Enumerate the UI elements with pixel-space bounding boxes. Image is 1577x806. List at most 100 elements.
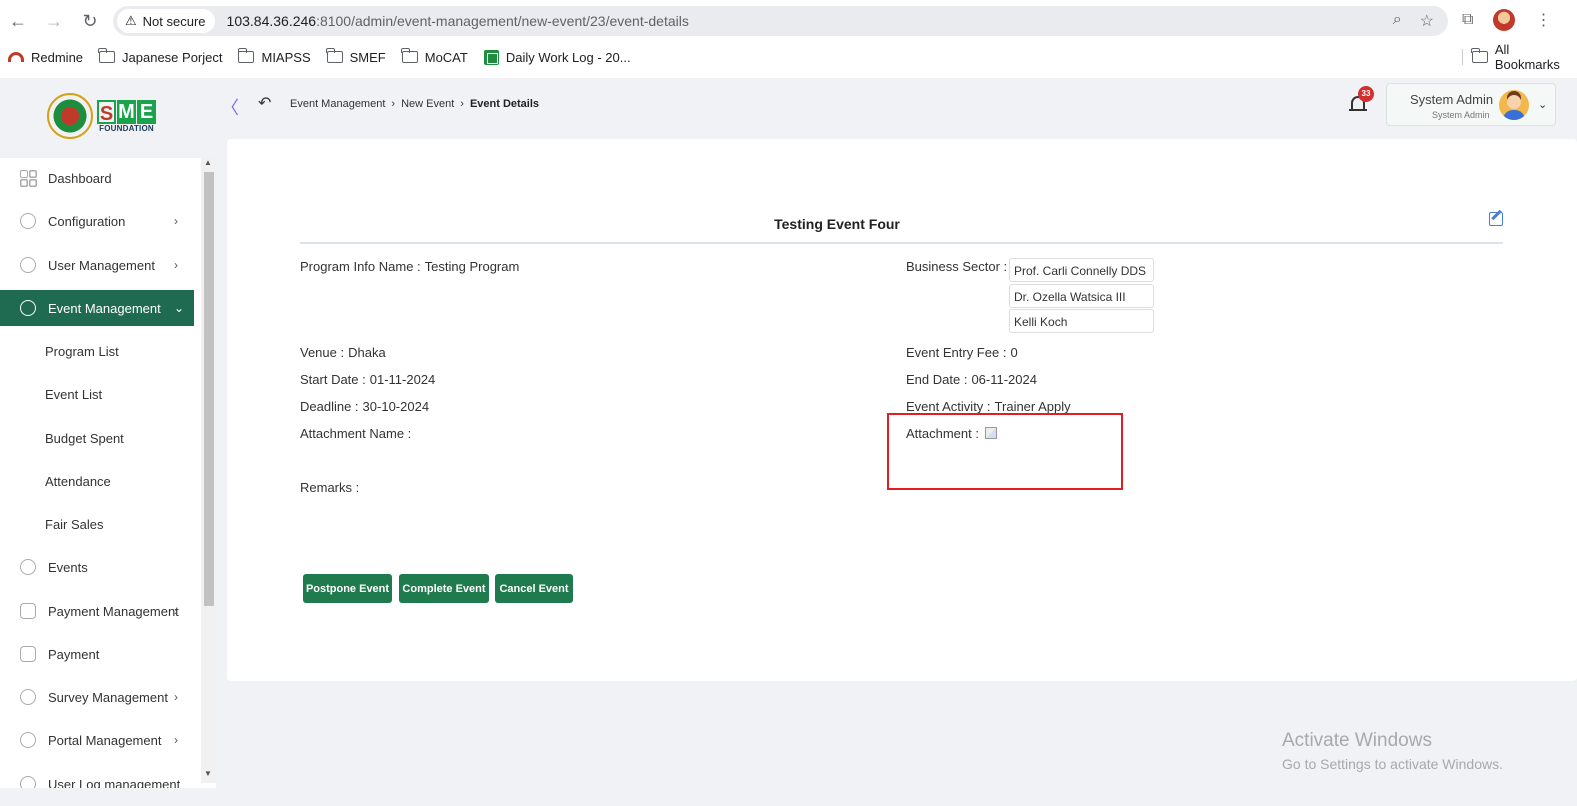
sidebar-subitem-attendance[interactable]: Attendance: [45, 474, 111, 489]
chevron-right-icon: ›: [174, 604, 178, 618]
bookmark-star-icon[interactable]: ☆: [1420, 11, 1434, 31]
chevron-down-icon: ⌄: [1538, 99, 1548, 111]
sidebar-subitem-event-list[interactable]: Event List: [45, 387, 102, 402]
sidebar-item-user-log-management[interactable]: User Log management: [0, 766, 194, 788]
complete-event-button[interactable]: Complete Event: [399, 574, 489, 603]
business-sector-label: Business Sector :: [906, 259, 1008, 274]
reload-icon[interactable]: ↻: [78, 9, 102, 33]
redmine-icon: [8, 52, 24, 62]
cancel-event-button[interactable]: Cancel Event: [495, 574, 573, 603]
zoom-icon[interactable]: ⌕: [1393, 11, 1402, 31]
sidebar: Dashboard Configuration › User Managemen…: [0, 158, 216, 788]
warning-triangle-icon: ⚠: [125, 13, 137, 28]
bookmark-smef[interactable]: SMEF: [326, 48, 386, 65]
notification-badge: 33: [1358, 86, 1374, 102]
extensions-icon[interactable]: ⧉: [1462, 11, 1473, 29]
bookmark-daily-work-log[interactable]: Daily Work Log - 20...: [483, 49, 631, 65]
sidebar-subitem-program-list[interactable]: Program List: [45, 344, 119, 359]
business-sector-item: Prof. Carli Connelly DDS: [1009, 258, 1154, 282]
payment-card-icon: [20, 646, 36, 662]
chevron-right-icon: ›: [174, 690, 178, 704]
event-lock-icon: [20, 300, 36, 316]
bookmark-redmine[interactable]: Redmine: [8, 50, 83, 65]
breadcrumb-event-details: Event Details: [469, 98, 540, 110]
spreadsheet-icon: [483, 49, 499, 65]
sidebar-subitem-budget-spent[interactable]: Budget Spent: [45, 431, 124, 446]
configuration-icon: [20, 213, 36, 229]
more-menu-icon[interactable]: ⋮: [1535, 10, 1551, 30]
dashboard-grid-icon: [20, 170, 36, 186]
sidebar-item-portal-management[interactable]: Portal Management ›: [0, 722, 194, 758]
app-header: SME FOUNDATION 〈 ↶ Event Management › Ne…: [0, 78, 1577, 139]
remarks-field: Remarks :: [300, 480, 360, 495]
all-bookmarks-button[interactable]: All Bookmarks: [1471, 42, 1577, 72]
back-undo-icon[interactable]: ↶: [258, 93, 271, 113]
bookmark-japanese-project[interactable]: Japanese Porject: [98, 48, 222, 65]
event-activity-field: Event Activity : Trainer Apply: [906, 399, 1071, 414]
scroll-up-arrow-icon[interactable]: ▲: [204, 158, 212, 167]
user-role: System Admin: [1432, 110, 1490, 120]
url-path: :8100/admin/event-management/new-event/2…: [316, 13, 689, 29]
postpone-event-button[interactable]: Postpone Event: [303, 574, 392, 603]
chevron-right-icon: ›: [174, 214, 178, 228]
sidebar-item-event-management[interactable]: Event Management ⌄: [0, 290, 194, 326]
pie-chart-icon: [20, 689, 36, 705]
sidebar-item-dashboard[interactable]: Dashboard: [0, 160, 194, 196]
folder-icon: [237, 48, 255, 63]
sme-logo[interactable]: SME FOUNDATION: [47, 93, 156, 139]
bookmarks-bar: Redmine Japanese Porject MIAPSS SMEF MoC…: [0, 42, 1577, 72]
forward-arrow-icon[interactable]: →: [42, 9, 66, 33]
user-icon: [20, 257, 36, 273]
attachment-name-field: Attachment Name :: [300, 426, 412, 441]
highlight-box: [887, 413, 1123, 490]
event-details-card: Testing Event Four Program Info Name : Te…: [227, 139, 1577, 681]
payment-card-icon: [20, 603, 36, 619]
breadcrumb-new-event[interactable]: New Event: [401, 98, 454, 110]
folder-icon: [1471, 48, 1488, 63]
sidebar-collapse-icon[interactable]: 〈: [221, 94, 239, 120]
bookmark-mocat[interactable]: MoCAT: [401, 48, 468, 65]
chevron-right-icon: ›: [460, 98, 464, 110]
folder-icon: [326, 48, 343, 63]
browser-chrome: ← → ↻ ⚠ Not secure 103.84.36.246:8100/ad…: [0, 0, 1577, 78]
back-arrow-icon[interactable]: ←: [6, 9, 30, 33]
sidebar-item-configuration[interactable]: Configuration ›: [0, 203, 194, 239]
sidebar-item-user-management[interactable]: User Management ›: [0, 247, 194, 283]
business-sector-item: Kelli Koch: [1009, 309, 1154, 333]
government-emblem-icon: [47, 93, 93, 139]
sidebar-item-payment-management[interactable]: Payment Management ›: [0, 593, 194, 629]
sidebar-scrollbar[interactable]: ▲ ▼: [201, 158, 216, 783]
sidebar-item-survey-management[interactable]: Survey Management ›: [0, 679, 194, 715]
venue-field: Venue : Dhaka: [300, 345, 386, 360]
title-divider: [300, 242, 1503, 244]
chevron-right-icon: ›: [391, 98, 396, 110]
scroll-thumb[interactable]: [204, 172, 214, 606]
events-lock-icon: [20, 559, 36, 575]
chevron-down-icon: ⌄: [174, 301, 185, 315]
business-sector-item: Dr. Ozella Watsica III: [1009, 284, 1154, 308]
profile-avatar-icon[interactable]: [1493, 9, 1516, 31]
user-name: System Admin: [1410, 92, 1494, 107]
breadcrumb-event-management[interactable]: Event Management: [290, 98, 385, 110]
address-bar[interactable]: ⚠ Not secure 103.84.36.246:8100/admin/ev…: [113, 6, 1448, 36]
program-info-field: Program Info Name : Testing Program: [300, 259, 520, 274]
scroll-down-arrow-icon[interactable]: ▼: [204, 769, 212, 778]
bookmark-miapss[interactable]: MIAPSS: [237, 48, 311, 65]
sidebar-subitem-fair-sales[interactable]: Fair Sales: [45, 517, 104, 532]
sme-letters: SME: [97, 99, 156, 125]
security-indicator[interactable]: ⚠ Not secure: [117, 9, 215, 33]
user-menu[interactable]: System Admin System Admin ⌄: [1386, 83, 1556, 126]
sidebar-item-payment[interactable]: Payment: [0, 636, 194, 672]
windows-activation-watermark: Activate Windows Go to Settings to activ…: [1282, 730, 1503, 772]
avatar: [1499, 90, 1529, 120]
end-date-field: End Date :06-11-2024: [906, 372, 1037, 387]
sidebar-item-events[interactable]: Events: [0, 549, 194, 585]
entry-fee-field: Event Entry Fee :0: [906, 345, 1018, 360]
breadcrumb: Event Management › New Event › Event Det…: [290, 98, 539, 110]
folder-icon: [98, 48, 116, 63]
edit-icon[interactable]: [1489, 212, 1503, 226]
url-text[interactable]: 103.84.36.246:8100/admin/event-managemen…: [227, 13, 689, 29]
bookmarks-divider: [1462, 49, 1463, 65]
portal-lock-icon: [20, 732, 36, 748]
logo-subtitle: FOUNDATION: [99, 123, 154, 133]
